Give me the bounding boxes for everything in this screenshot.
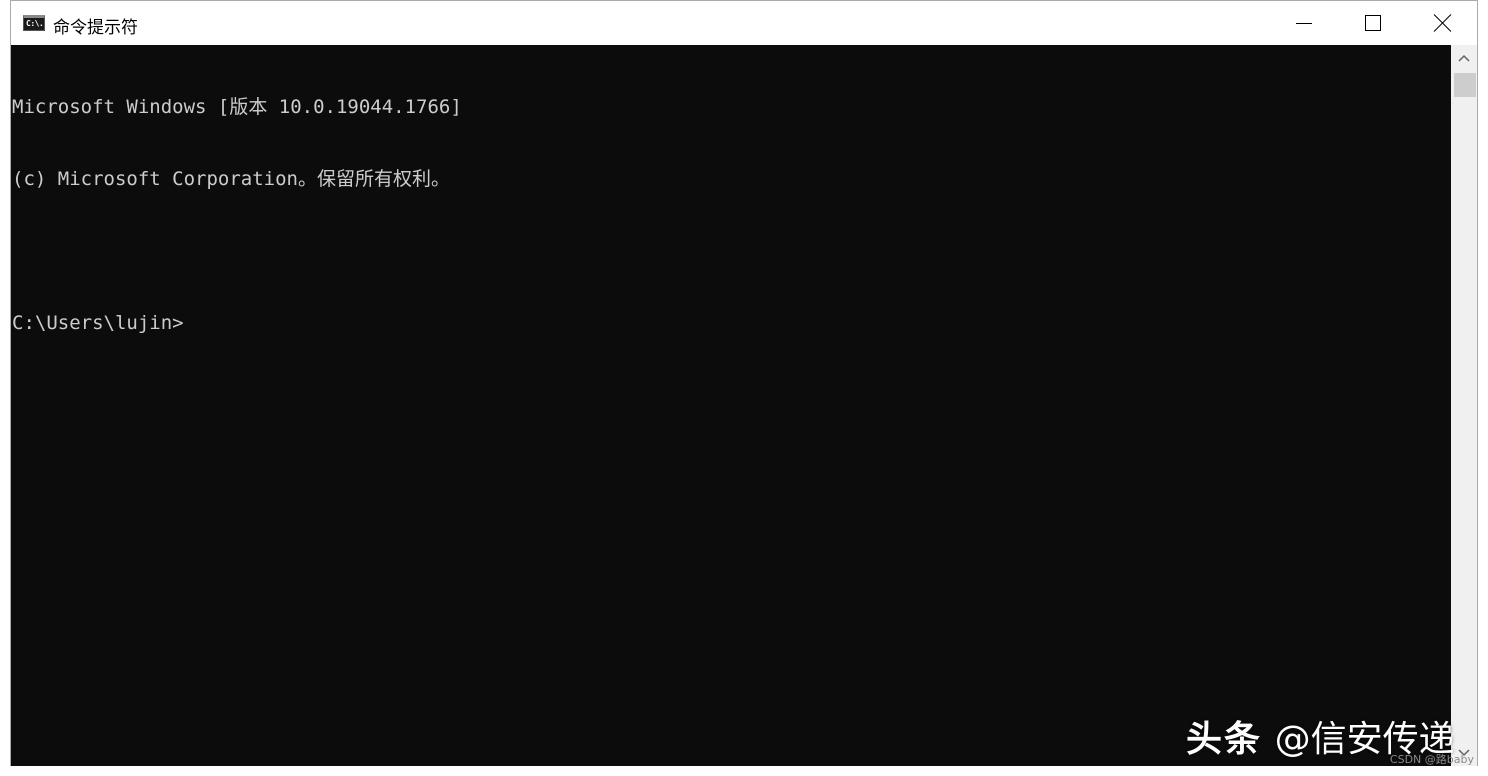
window-title: 命令提示符	[53, 18, 138, 38]
page-background-strip	[274, 766, 1488, 776]
console-output[interactable]: Microsoft Windows [版本 10.0.19044.1766] (…	[11, 45, 1451, 766]
cmd-icon-glyph: C:\.	[26, 19, 44, 28]
close-button[interactable]	[1408, 1, 1478, 45]
scroll-thumb[interactable]	[1454, 73, 1476, 97]
minimize-button[interactable]	[1269, 1, 1339, 45]
scroll-up-button[interactable]	[1451, 45, 1477, 71]
chevron-up-icon	[1458, 54, 1470, 62]
command-prompt-window: C:\. 命令提示符 Microsoft Windows [版本 10.0.19…	[10, 0, 1478, 766]
maximize-button[interactable]	[1338, 1, 1408, 45]
csdn-watermark: CSDN @路baby	[1389, 753, 1474, 766]
close-icon	[1434, 14, 1452, 32]
minimize-icon	[1296, 22, 1312, 24]
cmd-console-icon[interactable]: C:\.	[23, 15, 45, 31]
console-line-version: Microsoft Windows [版本 10.0.19044.1766]	[12, 96, 462, 118]
vertical-scrollbar[interactable]	[1451, 45, 1477, 766]
maximize-icon	[1365, 15, 1381, 31]
watermark-brand: 头条	[1186, 719, 1263, 760]
title-bar[interactable]: C:\. 命令提示符	[11, 1, 1477, 45]
console-prompt[interactable]: C:\Users\lujin>	[12, 311, 1451, 335]
console-line-copyright: (c) Microsoft Corporation。保留所有权利。	[12, 168, 450, 190]
